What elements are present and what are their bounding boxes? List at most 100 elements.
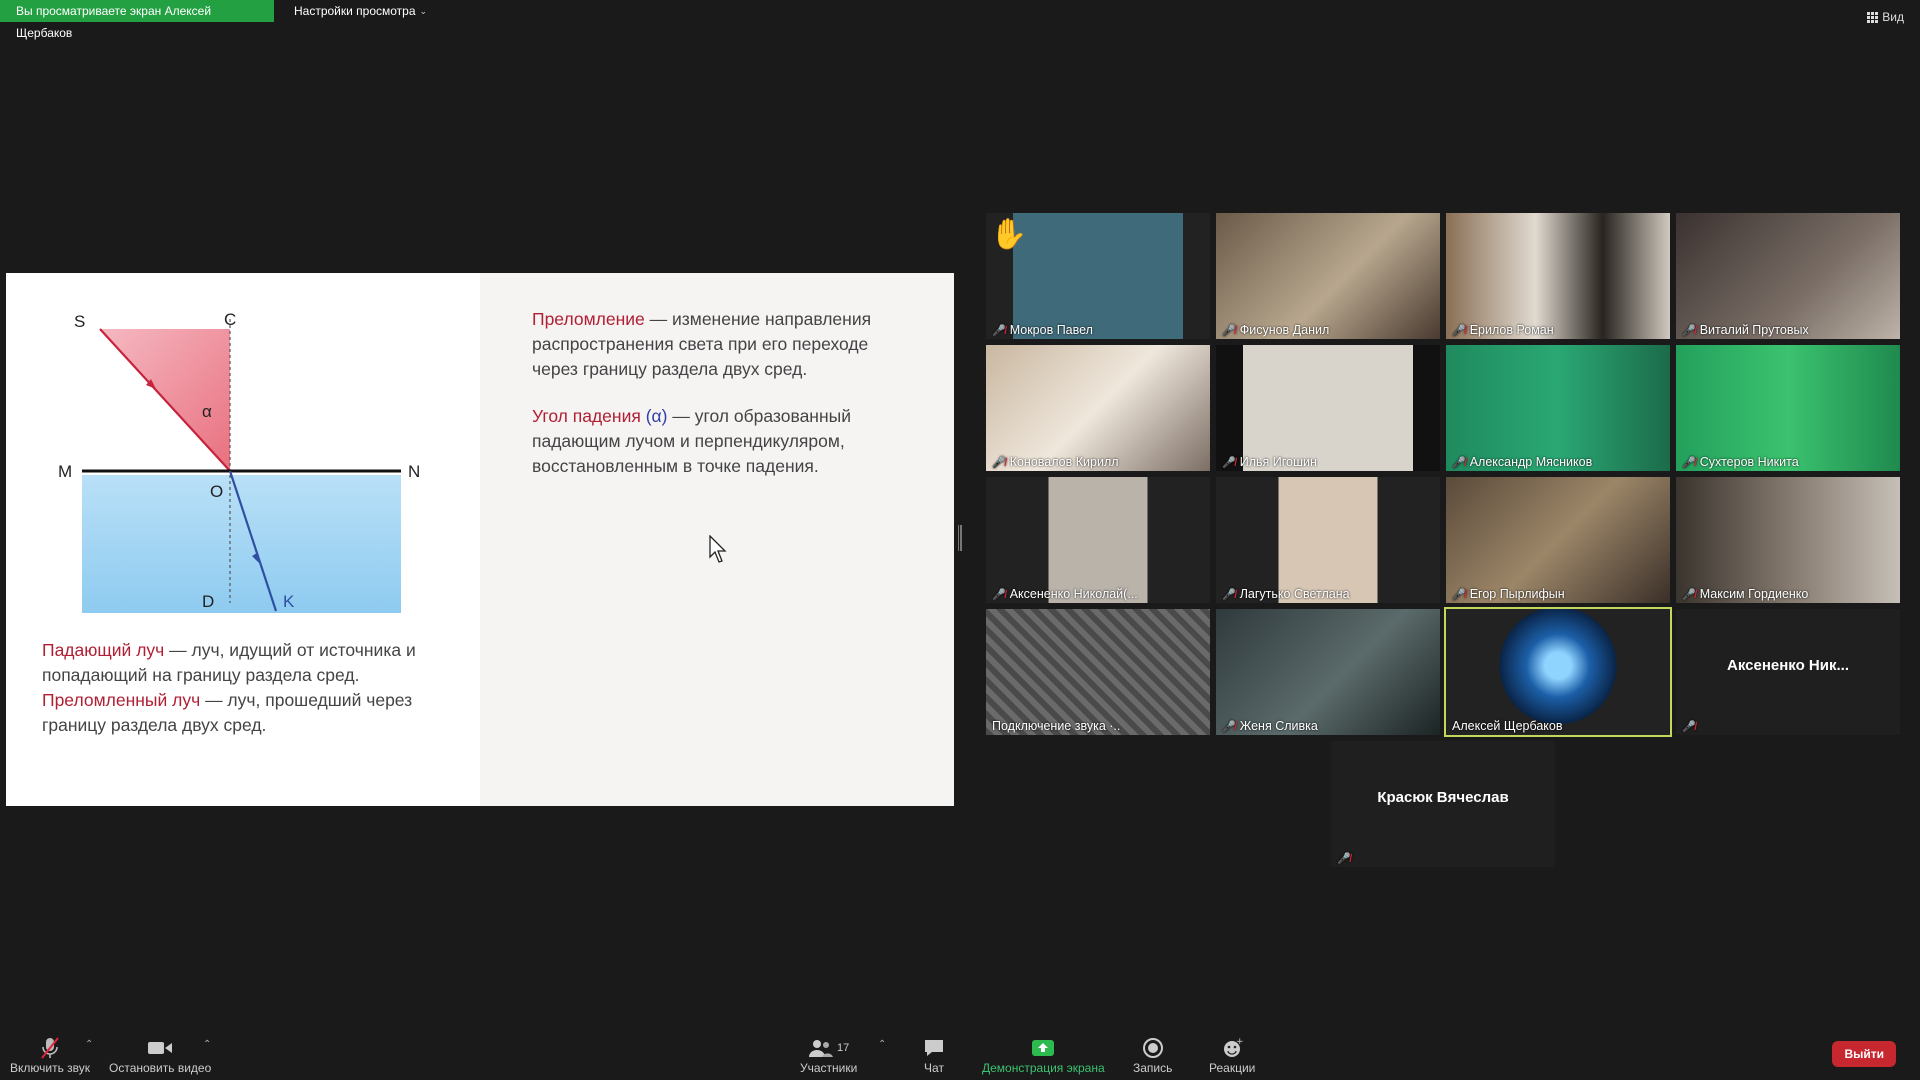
video-feed	[1446, 213, 1670, 339]
slide-diagram-panel: S C α M N O D K Падающий луч — луч, идущ…	[6, 273, 480, 806]
participant-name: 🎤̸ Женя Сливка	[1222, 719, 1318, 733]
mic-muted-icon: 🎤̸	[992, 456, 1006, 469]
viewing-indicator[interactable]: Вы просматриваете экран Алексей Щербаков	[0, 0, 274, 40]
participant-tile[interactable]: 🎤̸ Александр Мясников	[1446, 345, 1670, 471]
participants-button[interactable]: 17 Участники	[800, 1035, 857, 1075]
reactions-label: Реакции	[1209, 1061, 1256, 1075]
participant-tile[interactable]: Красюк Вячеслав 🎤̸	[1331, 741, 1555, 867]
participant-tile[interactable]: 🎤̸ Аксененко Николай(...	[986, 477, 1210, 603]
refraction-definition: Преломление — изменение направления расп…	[532, 307, 914, 382]
audio-options-caret-icon[interactable]: ⌃	[85, 1039, 93, 1050]
meeting-toolbar: Включить звук ⌃ Остановить видео ⌃ 17 Уч…	[0, 1020, 1920, 1080]
participants-options-caret-icon[interactable]: ⌃	[878, 1039, 886, 1050]
participants-count: 17	[837, 1042, 850, 1054]
participant-tile[interactable]: 🎤̸ Сухтеров Никита	[1676, 345, 1900, 471]
mic-muted-icon: 🎤̸	[1222, 588, 1236, 601]
chat-button[interactable]: Чат	[923, 1035, 945, 1075]
participants-icon: 17	[808, 1035, 849, 1061]
record-label: Запись	[1133, 1061, 1173, 1075]
participant-tile[interactable]: 🎤̸ Виталий Прутовых	[1676, 213, 1900, 339]
label-s: S	[74, 312, 85, 331]
participant-name: 🎤̸ Мокров Павел	[992, 323, 1093, 337]
video-feed	[986, 477, 1210, 603]
participant-tile[interactable]: Подключение звука ·..	[986, 609, 1210, 735]
video-options-caret-icon[interactable]: ⌃	[203, 1039, 211, 1050]
video-feed	[986, 345, 1210, 471]
label-d: D	[202, 592, 214, 611]
participant-tile[interactable]: 🎤̸ Коновалов Кирилл	[986, 345, 1210, 471]
angle-symbol: (α)	[645, 406, 668, 426]
mic-muted-icon: 🎤̸	[1682, 721, 1696, 733]
mic-muted-icon: 🎤̸	[1337, 853, 1351, 865]
participant-tile[interactable]: Аксененко Ник... 🎤̸	[1676, 609, 1900, 735]
participant-tile[interactable]: 🎤̸ Максим Гордиенко	[1676, 477, 1900, 603]
video-feed	[1676, 345, 1900, 471]
share-screen-icon	[1031, 1035, 1055, 1061]
participant-name: 🎤̸	[1337, 852, 1351, 865]
participant-name: 🎤̸ Коновалов Кирилл	[992, 455, 1119, 469]
camera-icon	[147, 1035, 173, 1061]
video-feed	[1446, 345, 1670, 471]
participant-name: Алексей Щербаков	[1452, 719, 1563, 733]
view-options-label: Настройки просмотра	[294, 4, 416, 18]
participant-tile[interactable]: 🎤̸ Лагутько Светлана	[1216, 477, 1440, 603]
participant-tile[interactable]: 🎤̸ Егор Пырлифын	[1446, 477, 1670, 603]
leave-meeting-button[interactable]: Выйти	[1832, 1041, 1896, 1067]
label-alpha: α	[202, 402, 212, 421]
participant-name: 🎤̸ Егор Пырлифын	[1452, 587, 1565, 601]
mic-muted-icon: 🎤̸	[1222, 720, 1236, 733]
mic-muted-icon: 🎤̸	[1682, 324, 1696, 337]
participant-name: 🎤̸ Ерилов Роман	[1452, 323, 1554, 337]
incident-definition: Падающий луч — луч, идущий от источника …	[42, 638, 462, 688]
label-n: N	[408, 462, 420, 481]
chat-label: Чат	[924, 1061, 944, 1075]
top-banner: Вы просматриваете экран Алексей Щербаков…	[0, 0, 435, 40]
view-options-menu[interactable]: Настройки просмотра ⌄	[286, 0, 435, 22]
participant-tile[interactable]: 🎤̸ Ерилов Роман	[1446, 213, 1670, 339]
participant-center-name: Аксененко Ник...	[1727, 657, 1849, 674]
unmute-label: Включить звук	[10, 1061, 91, 1075]
share-screen-button[interactable]: Демонстрация экрана	[982, 1035, 1105, 1075]
mouse-cursor-icon	[709, 535, 727, 563]
participant-tile-active-speaker[interactable]: Алексей Щербаков	[1444, 607, 1672, 737]
incident-term: Падающий луч	[42, 640, 165, 660]
label-c: C	[224, 310, 236, 329]
stop-video-button[interactable]: Остановить видео	[109, 1035, 211, 1075]
avatar	[1446, 609, 1670, 735]
water-medium	[82, 475, 401, 613]
split-divider-handle[interactable]	[958, 525, 963, 551]
participant-name: 🎤̸ Сухтеров Никита	[1682, 455, 1799, 469]
reactions-button[interactable]: + Реакции	[1209, 1035, 1255, 1075]
angle-term: Угол падения	[532, 406, 641, 426]
participant-tile[interactable]: ✋ 🎤̸ Мокров Павел	[986, 213, 1210, 339]
refracted-term: Преломленный луч	[42, 690, 201, 710]
label-m: M	[58, 462, 72, 481]
unmute-button[interactable]: Включить звук	[10, 1035, 90, 1075]
view-button[interactable]: Вид	[1867, 10, 1904, 24]
video-feed	[1446, 477, 1670, 603]
mic-muted-icon: 🎤̸	[1222, 324, 1236, 337]
record-button[interactable]: Запись	[1133, 1035, 1172, 1075]
participant-tile[interactable]: 🎤̸ Женя Сливка	[1216, 609, 1440, 735]
chat-icon	[923, 1035, 945, 1061]
participant-name: 🎤̸ Виталий Прутовых	[1682, 323, 1809, 337]
participant-center-name: Красюк Вячеслав	[1377, 789, 1509, 806]
mic-muted-icon: 🎤̸	[1452, 456, 1466, 469]
participant-tile[interactable]: 🎤̸ Илья Игошин	[1216, 345, 1440, 471]
video-feed	[1216, 213, 1440, 339]
participant-name: 🎤̸	[1682, 720, 1696, 733]
participant-name: 🎤̸ Аксененко Николай(...	[992, 587, 1138, 601]
mic-muted-icon: 🎤̸	[1682, 456, 1696, 469]
reaction-emoji-icon: +	[1221, 1035, 1243, 1061]
mic-muted-icon: 🎤̸	[1452, 588, 1466, 601]
participant-tile[interactable]: 🎤̸ Фисунов Данил	[1216, 213, 1440, 339]
video-feed	[1216, 609, 1440, 735]
grid-icon	[1867, 11, 1879, 23]
participant-name: Подключение звука ·..	[992, 719, 1121, 733]
shared-screen: S C α M N O D K Падающий луч — луч, идущ…	[6, 273, 954, 806]
chevron-down-icon: ⌄	[419, 5, 428, 16]
participant-name: 🎤̸ Фисунов Данил	[1222, 323, 1330, 337]
video-feed	[1216, 477, 1440, 603]
svg-text:+: +	[1236, 1037, 1243, 1047]
refracted-definition: Преломленный луч — луч, прошедший через …	[42, 688, 462, 738]
